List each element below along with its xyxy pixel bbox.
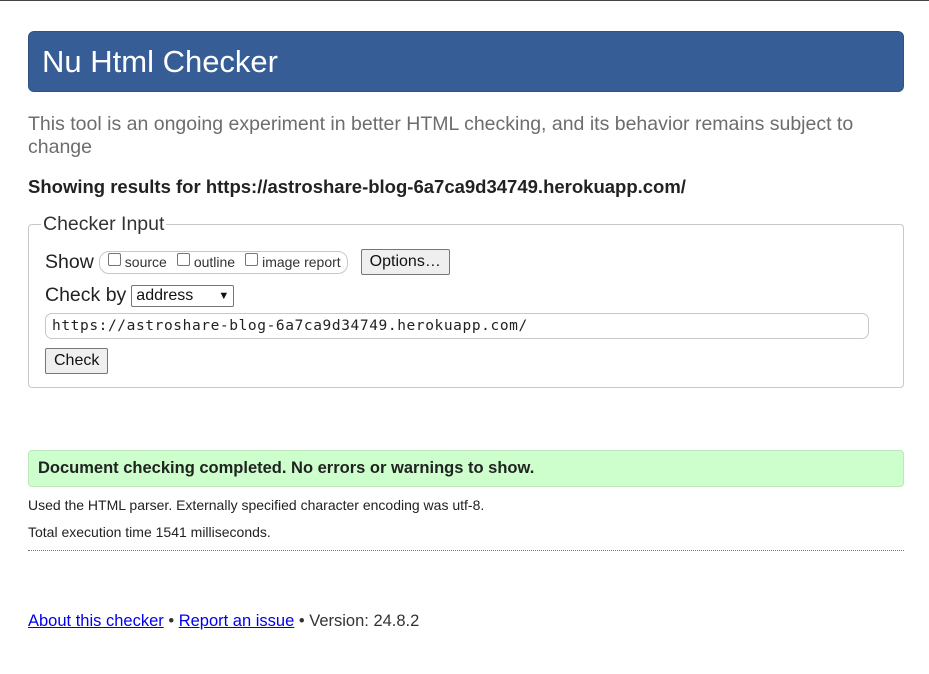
page-title: Nu Html Checker	[42, 43, 278, 79]
show-label: Show	[45, 250, 94, 273]
image-report-checkbox-label: image report	[262, 254, 341, 270]
checker-input-legend: Checker Input	[43, 213, 165, 235]
options-button[interactable]: Options…	[360, 249, 450, 275]
results-url-link[interactable]: https://astroshare-blog-6a7ca9d34749.her…	[206, 176, 686, 197]
check-button-row: Check	[45, 348, 887, 374]
header-banner: Nu Html Checker	[28, 31, 904, 92]
execution-time: Total execution time 1541 milliseconds.	[28, 524, 271, 540]
results-heading: Showing results for https://astroshare-b…	[28, 176, 904, 198]
page-container: Nu Html Checker This tool is an ongoing …	[28, 31, 904, 631]
about-checker-link[interactable]: About this checker	[28, 612, 164, 630]
outline-checkbox-label: outline	[193, 254, 236, 270]
check-by-select[interactable]: address ▼	[131, 284, 235, 307]
check-by-row: Check by address ▼	[45, 284, 887, 307]
check-button[interactable]: Check	[45, 348, 109, 374]
url-input[interactable]: https://astroshare-blog-6a7ca9d34749.her…	[45, 313, 869, 339]
show-option-image-report[interactable]: image report	[245, 252, 341, 270]
show-options-group: source outline image report	[98, 250, 348, 274]
intro-text: This tool is an ongoing experiment in be…	[28, 113, 854, 158]
source-checkbox-label: source	[124, 254, 167, 270]
footer-separator-2: •	[294, 612, 310, 630]
results-prefix: Showing results for	[28, 176, 206, 197]
success-message: Document checking completed. No errors o…	[28, 450, 904, 487]
image-report-checkbox[interactable]	[245, 252, 259, 266]
check-by-selected-value: address	[136, 286, 194, 304]
footer: About this checker • Report an issue • V…	[28, 612, 904, 631]
report-issue-link[interactable]: Report an issue	[179, 612, 295, 630]
show-option-source[interactable]: source	[107, 252, 167, 270]
source-checkbox[interactable]	[107, 252, 121, 266]
check-by-label: Check by	[45, 284, 127, 306]
outline-checkbox[interactable]	[176, 252, 190, 266]
parser-info: Used the HTML parser. Externally specifi…	[28, 497, 485, 513]
version-text: Version: 24.8.2	[309, 612, 420, 630]
details-section: Used the HTML parser. Externally specifi…	[28, 497, 904, 540]
checker-input-fieldset: Checker Input Show source outline image …	[28, 213, 904, 388]
show-row: Show source outline image report Options…	[45, 249, 887, 275]
footer-separator-1: •	[163, 612, 179, 630]
chevron-down-icon: ▼	[218, 289, 230, 302]
dotted-divider	[28, 550, 904, 551]
show-option-outline[interactable]: outline	[176, 252, 236, 270]
